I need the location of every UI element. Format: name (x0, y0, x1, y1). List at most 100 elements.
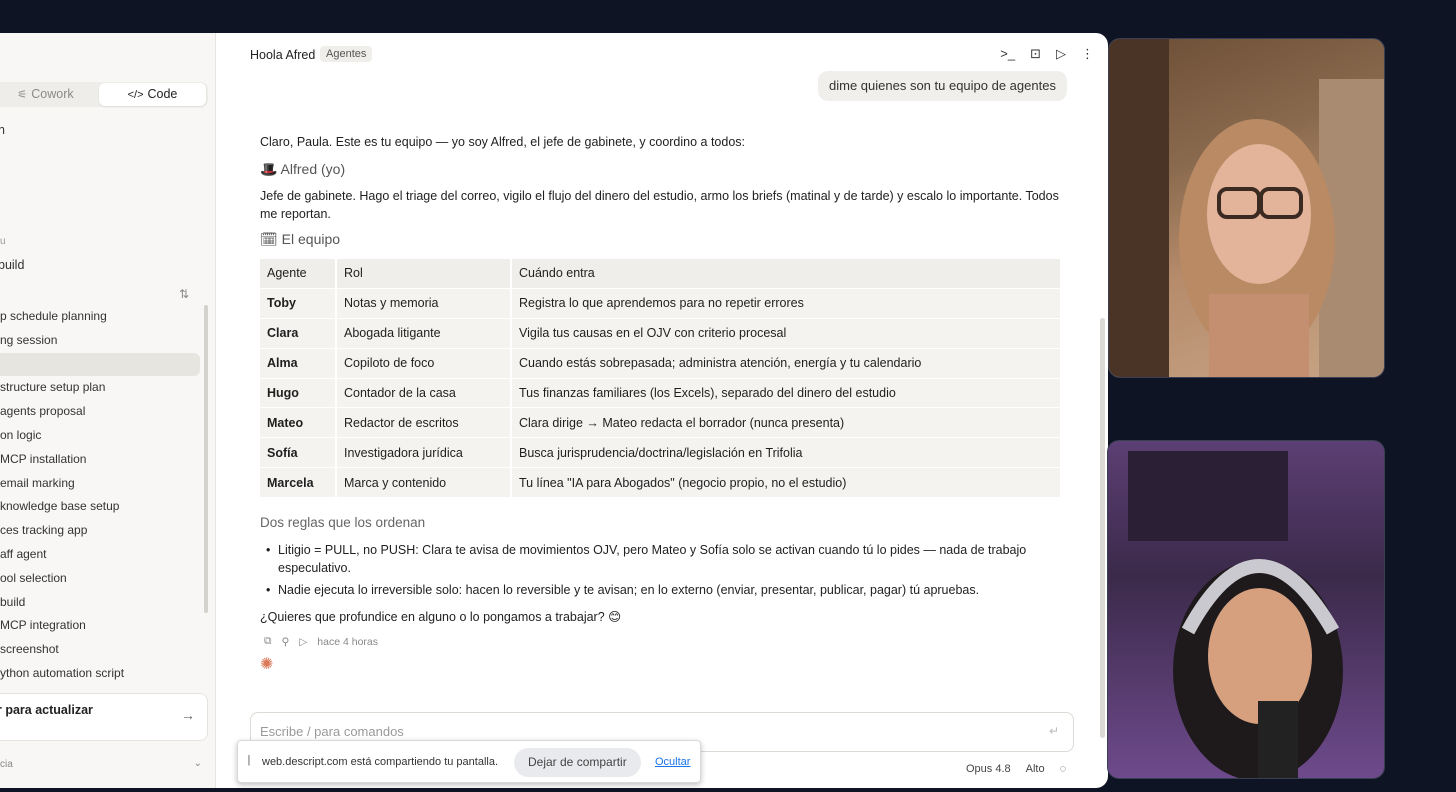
model-selector[interactable]: Opus 4.8 (966, 763, 1011, 775)
spinner-icon: ◌ (1059, 763, 1067, 775)
session-item[interactable]: build (0, 591, 200, 615)
more-icon[interactable]: ⋮ (1081, 46, 1094, 62)
session-item[interactable]: on logic (0, 424, 200, 448)
session-item[interactable]: email marking (0, 472, 200, 496)
sidebar-scrollbar[interactable] (204, 305, 208, 613)
agent-when: Tu línea "IA para Abogados" (negocio pro… (512, 468, 1062, 499)
user-message: dime quienes son tu equipo de agentes (818, 71, 1067, 101)
rule-item: Litigio = PULL, no PUSH: Clara te avisa … (266, 541, 1068, 577)
agents-table: Agente Rol Cuándo entra Toby Notas y mem… (260, 259, 1062, 499)
agent-name: Sofía (260, 438, 337, 469)
table-row: Marcela Marca y contenido Tu línea "IA p… (260, 468, 1062, 499)
sidebar-item-fragment[interactable]: n (0, 123, 5, 137)
session-item[interactable]: structure setup plan (0, 376, 200, 400)
column-header: Rol (337, 259, 512, 289)
agent-role: Contador de la casa (337, 378, 512, 409)
drag-handle-icon[interactable]: || (247, 754, 250, 766)
webcam-feed-2 (1107, 440, 1385, 779)
agent-role: Copiloto de foco (337, 348, 512, 379)
session-item[interactable]: ng session (0, 329, 200, 353)
tab-code[interactable]: </> Code (99, 83, 206, 106)
composer-footer: Opus 4.8 Alto ◌ (966, 763, 1066, 775)
agent-when: Vigila tus causas en el OJV con criterio… (512, 318, 1062, 349)
table-row: Sofía Investigadora jurídica Busca juris… (260, 438, 1062, 469)
rules-list: Litigio = PULL, no PUSH: Clara te avisa … (266, 541, 1068, 603)
pin-icon[interactable]: ⚲ (282, 636, 290, 648)
agent-when: Clara dirige → Mateo redacta el borrador… (512, 408, 1062, 439)
table-header-row: Agente Rol Cuándo entra (260, 259, 1062, 289)
intro-text: Claro, Paula. Este es tu equipo — yo soy… (260, 135, 746, 149)
agent-when: Tus finanzas familiares (los Excels), se… (512, 378, 1062, 409)
agent-when: Registra lo que aprendemos para no repet… (512, 288, 1062, 319)
enter-icon[interactable]: ↵ (1049, 724, 1059, 738)
sidebar-footer[interactable]: cia ⌄ (0, 758, 208, 770)
agent-name: Marcela (260, 468, 337, 499)
question-text: ¿Quieres que profundice en alguno o lo p… (260, 610, 622, 624)
session-item[interactable]: MCP integration (0, 614, 200, 638)
stop-sharing-button[interactable]: Dejar de compartir (514, 748, 641, 777)
sidebar-section-fragment: u (0, 236, 6, 247)
table-row: Mateo Redactor de escritos Clara dirige … (260, 408, 1062, 439)
share-message: web.descript.com está compartiendo tu pa… (262, 756, 499, 768)
message-actions: ⧉ ⚲ ▷ hace 4 horas (264, 635, 378, 648)
session-item[interactable]: p schedule planning (0, 305, 200, 329)
agent-when: Cuando estás sobrepasada; administra ate… (512, 348, 1062, 379)
table-row: Hugo Contador de la casa Tus finanzas fa… (260, 378, 1062, 409)
agent-role: Abogada litigante (337, 318, 512, 349)
webcam-person-2 (1128, 451, 1343, 778)
hide-link[interactable]: Ocultar (655, 756, 690, 768)
equipo-heading: 🗓 El equipo (260, 231, 341, 247)
toolbar-icons: >_ ⊡ ▷ ⋮ (1000, 46, 1094, 62)
main-panel: Hoola Afred Agentes >_ ⊡ ▷ ⋮ dime quiene… (216, 33, 1108, 788)
session-item[interactable]: ces tracking app (0, 519, 200, 543)
project-tag[interactable]: Agentes (320, 46, 373, 62)
app-window: ⌕ ⚟Cowork </>Code n u build ⇅ p schedule… (0, 33, 1108, 788)
table-row: Alma Copiloto de foco Cuando estás sobre… (260, 348, 1062, 379)
agent-name: Mateo (260, 408, 337, 439)
filter-icon[interactable]: ⇅ (179, 287, 189, 301)
sidebar-footer-label: cia (0, 759, 13, 770)
session-item[interactable]: MCP installation (0, 448, 200, 472)
play-icon[interactable]: ▷ (1056, 46, 1066, 62)
cowork-icon: ⚟ (17, 89, 28, 101)
column-header: Cuándo entra (512, 259, 1062, 289)
column-header: Agente (260, 259, 337, 289)
message-timestamp: hace 4 horas (317, 635, 378, 648)
table-row: Toby Notas y memoria Registra lo que apr… (260, 288, 1062, 319)
play-icon[interactable]: ▷ (299, 636, 307, 648)
session-item[interactable]: aff agent (0, 543, 200, 567)
jefe-text: Jefe de gabinete. Hago el triage del cor… (260, 189, 1059, 221)
session-item[interactable]: knowledge base setup (0, 495, 200, 519)
session-item[interactable]: screenshot (0, 638, 200, 662)
tab-cowork[interactable]: ⚟ Cowork (0, 83, 99, 106)
screen-share-bar: || web.descript.com está compartiendo tu… (237, 740, 701, 783)
webcam-person-1 (1109, 39, 1384, 377)
prompt-input[interactable] (260, 724, 1020, 739)
session-item-selected[interactable] (0, 352, 200, 377)
session-item[interactable]: agents proposal (0, 400, 200, 424)
terminal-icon[interactable]: >_ (1000, 46, 1015, 62)
thinking-spark-icon: ✺ (260, 656, 274, 673)
agent-role: Redactor de escritos (337, 408, 512, 439)
main-scrollbar[interactable] (1100, 318, 1105, 738)
arrow-right-icon: → (181, 707, 195, 723)
session-item[interactable]: ython automation script (0, 662, 200, 686)
mode-switch: ⚟ Cowork </> Code (0, 82, 208, 107)
agent-role: Investigadora jurídica (337, 438, 512, 469)
alfred-heading: 🎩 Alfred (yo) (260, 161, 346, 177)
agent-role: Marca y contenido (337, 468, 512, 499)
agent-name: Hugo (260, 378, 337, 409)
code-icon: </> (127, 89, 144, 101)
table-row: Clara Abogada litigante Vigila tus causa… (260, 318, 1062, 349)
rule-item: Nadie ejecuta lo irreversible solo: hace… (266, 581, 1068, 599)
copy-icon[interactable]: ⧉ (264, 635, 272, 648)
update-card[interactable]: r para actualizar → (0, 693, 208, 741)
session-item[interactable]: ool selection (0, 567, 200, 591)
chevron-down-icon: ⌄ (193, 758, 202, 769)
update-label: r para actualizar (0, 703, 93, 717)
effort-selector[interactable]: Alto (1026, 763, 1045, 775)
panel-icon[interactable]: ⊡ (1030, 46, 1041, 62)
rules-heading: Dos reglas que los ordenan (260, 515, 426, 530)
sidebar: ⌕ ⚟Cowork </>Code n u build ⇅ p schedule… (0, 33, 216, 788)
sidebar-item-build[interactable]: build (0, 258, 24, 272)
